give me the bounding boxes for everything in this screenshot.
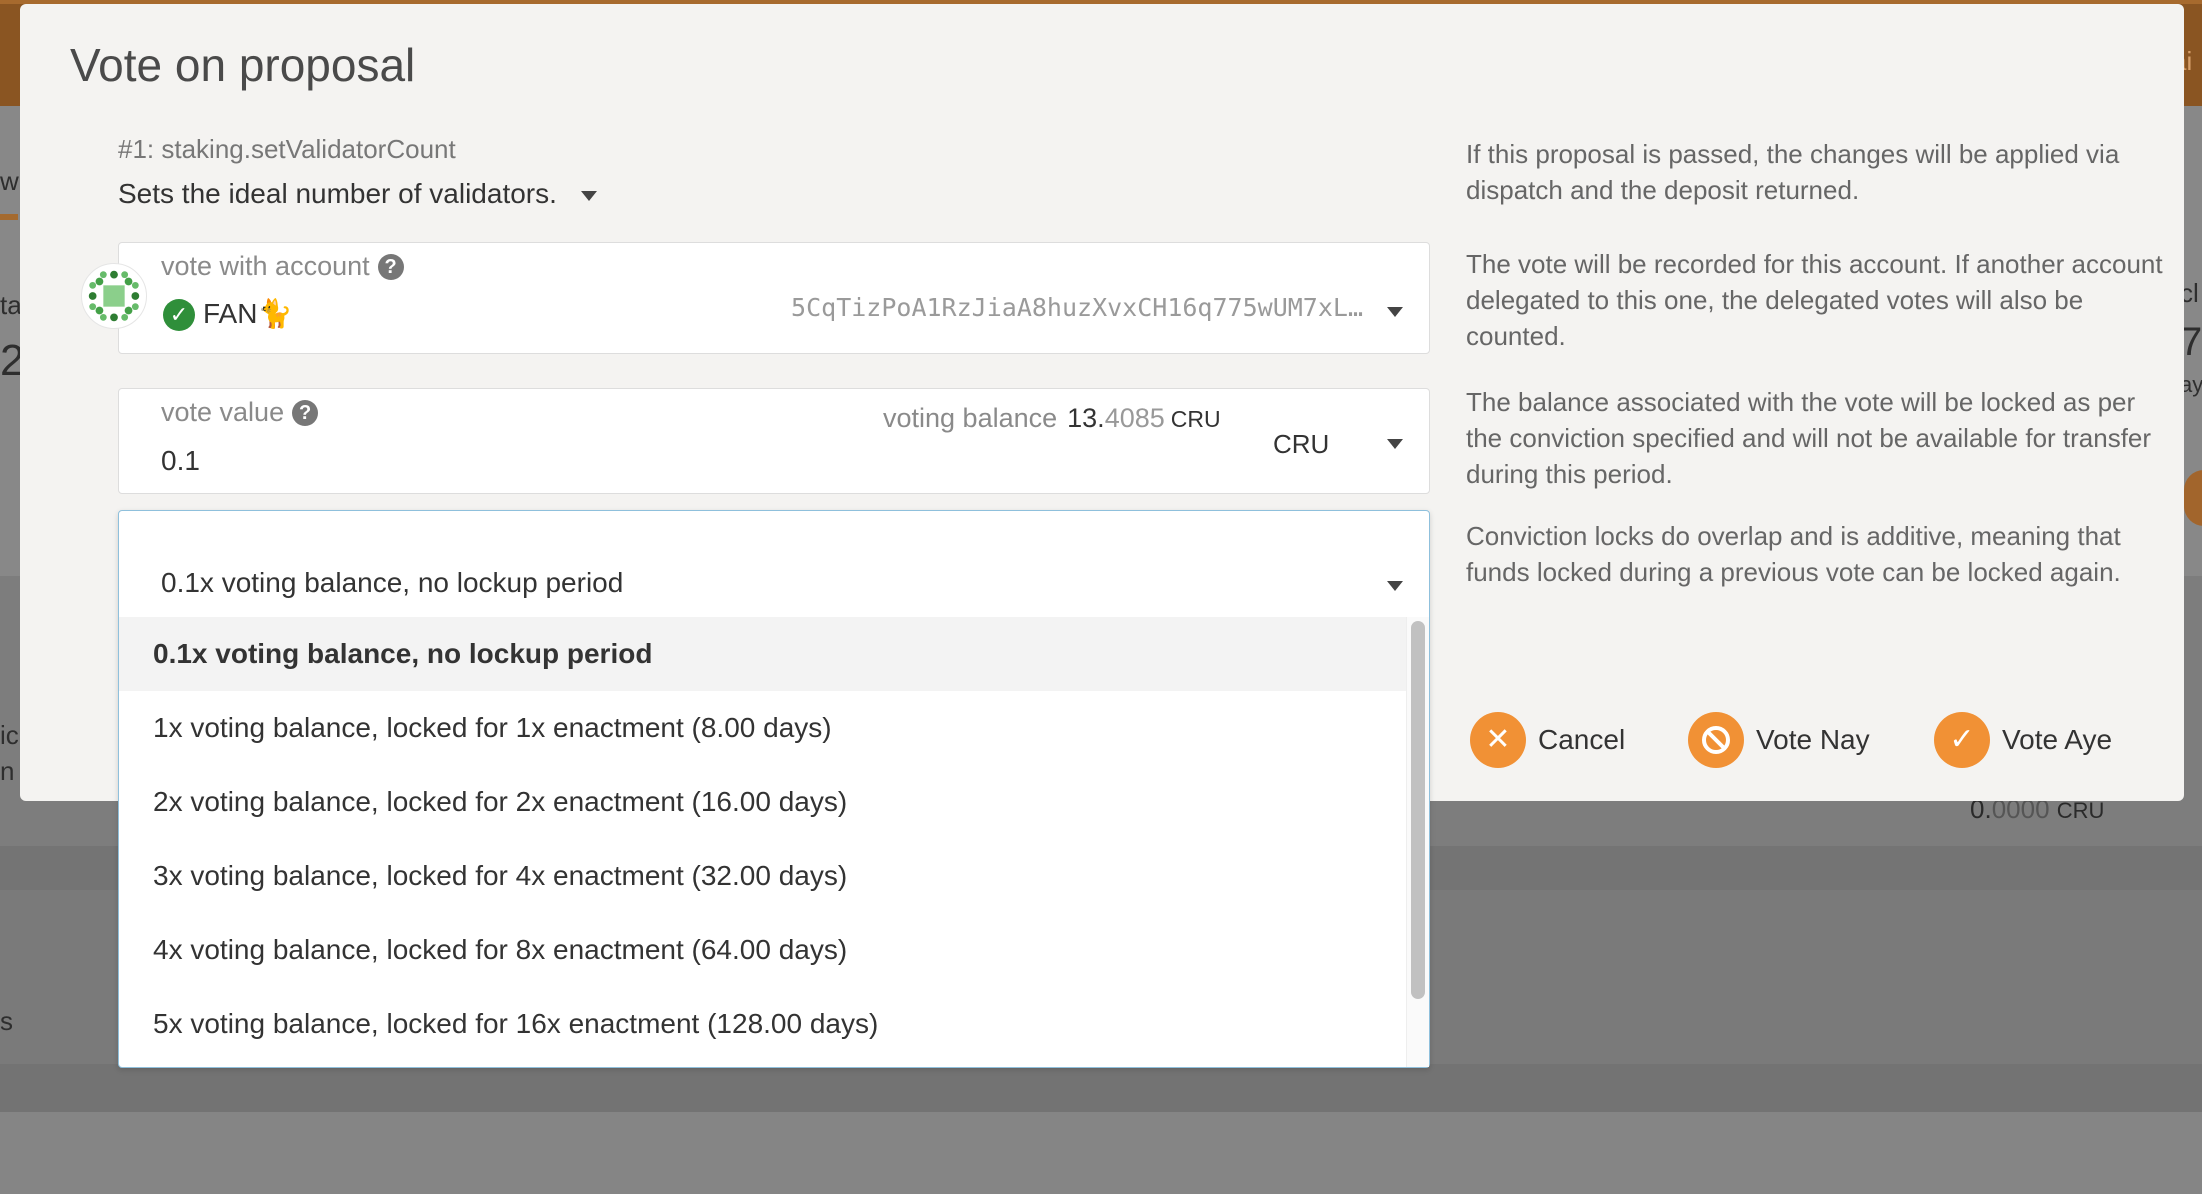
close-icon: ✕ (1470, 712, 1526, 768)
help-text-balance: The balance associated with the vote wil… (1466, 387, 2152, 489)
menu-scrollbar[interactable] (1406, 617, 1429, 1067)
backdrop-text: ic (0, 720, 19, 750)
conviction-option[interactable]: 3x voting balance, locked for 4x enactme… (119, 839, 1407, 913)
account-label: vote with account (161, 251, 370, 281)
help-icon[interactable]: ? (292, 400, 319, 426)
check-icon: ✓ (1934, 712, 1990, 768)
conviction-select[interactable]: 0.1x voting balance, no lockup period 0.… (118, 510, 1430, 1068)
account-address: 5CqTizPoA1RzJiaA8huzXvxCH16q775wUM7xL… (791, 293, 1363, 322)
backdrop-text: n (0, 756, 15, 786)
voting-balance-unit: CRU (1170, 406, 1221, 432)
conviction-option[interactable]: 0.1x voting balance, no lockup period (119, 617, 1407, 691)
ban-icon (1688, 712, 1744, 768)
conviction-menu: 0.1x voting balance, no lockup period 1x… (119, 617, 1429, 1067)
chevron-down-icon (1387, 581, 1403, 591)
account-label-row: vote with account? (161, 251, 404, 282)
balance-unit: CRU (2056, 798, 2105, 823)
vote-value-input[interactable]: 0.1 (161, 445, 200, 477)
vote-value-label-row: vote value? (161, 397, 319, 428)
proposal-description-toggle[interactable]: Sets the ideal number of validators. (118, 178, 597, 210)
account-identicon (81, 263, 147, 329)
proposal-id: #1: staking.setValidatorCount (118, 134, 456, 164)
vote-value-label: vote value (161, 397, 285, 427)
vote-value-field[interactable]: vote value? 0.1 voting balance 13.4085 CRU… (118, 388, 1430, 494)
help-text-conviction: Conviction locks do overlap and is addit… (1466, 521, 2121, 587)
cancel-button-label: Cancel (1538, 724, 1626, 755)
conviction-selected-value: 0.1x voting balance, no lockup period (161, 567, 624, 598)
conviction-option[interactable]: 4x voting balance, locked for 8x enactme… (119, 913, 1407, 987)
help-icon[interactable]: ? (377, 254, 404, 280)
voting-balance-whole: 13. (1067, 403, 1105, 433)
vote-aye-button[interactable]: ✓ Vote Aye (1934, 712, 2130, 772)
app-divider (0, 1064, 2202, 1112)
vote-nay-button-label: Vote Nay (1756, 724, 1870, 755)
account-name: FAN🐈 (203, 298, 293, 329)
help-text-proposal: If this proposal is passed, the changes … (1466, 139, 2120, 205)
vote-nay-button[interactable]: Vote Nay (1688, 712, 1884, 772)
conviction-option[interactable]: 5x voting balance, locked for 16x enactm… (119, 987, 1407, 1061)
conviction-option[interactable]: 2x voting balance, locked for 2x enactme… (119, 765, 1407, 839)
chevron-down-icon (580, 190, 597, 201)
modal-title: Vote on proposal (70, 39, 416, 91)
chevron-down-icon[interactable] (1387, 439, 1403, 449)
verified-check-icon: ✓ (163, 299, 195, 331)
cancel-button[interactable]: ✕ Cancel (1470, 712, 1640, 772)
voting-balance-label: voting balance (883, 403, 1058, 433)
app-footer (0, 1112, 2202, 1194)
vote-aye-button-label: Vote Aye (2002, 724, 2113, 755)
help-text-account: The vote will be recorded for this accou… (1466, 249, 2163, 351)
chevron-down-icon (1387, 307, 1403, 317)
menu-scrollbar-thumb[interactable] (1411, 621, 1425, 999)
backdrop-text: ta (0, 290, 22, 320)
backdrop-text: w (0, 166, 19, 196)
voting-balance: voting balance 13.4085 CRU (883, 403, 1221, 434)
app-tab-underline (0, 214, 18, 220)
backdrop-text: s (0, 1006, 13, 1036)
vote-modal: Vote on proposal #1: staking.setValidato… (20, 4, 2184, 1068)
conviction-option[interactable]: 1x voting balance, locked for 1x enactme… (119, 691, 1407, 765)
voting-balance-decimals: 4085 (1104, 403, 1165, 433)
unit-select[interactable]: CRU (1273, 429, 1329, 460)
account-select[interactable]: vote with account? ✓ FAN🐈 5CqTizPoA1RzJi… (81, 242, 1430, 354)
proposal-description: Sets the ideal number of validators. (118, 178, 557, 209)
